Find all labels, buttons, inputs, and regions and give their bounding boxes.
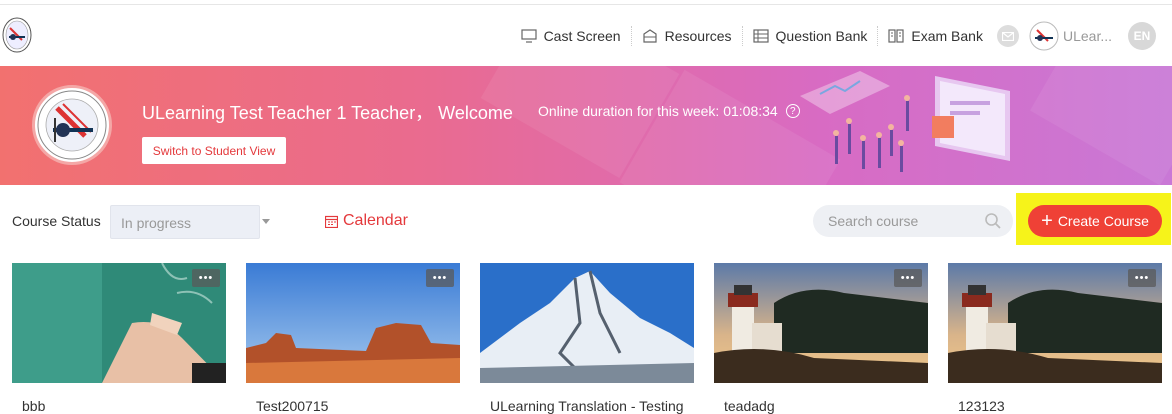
calendar-icon [325,215,338,228]
search-icon[interactable] [984,212,1002,230]
header: Cast Screen Resources Question Bank Exam… [0,6,1172,66]
nav-exam-bank[interactable]: Exam Bank [877,26,993,46]
online-duration: Online duration for this week: 01:08:34 … [538,103,800,119]
top-nav: Cast Screen Resources Question Bank Exam… [511,6,1156,66]
course-title[interactable]: 123123 [958,398,1005,414]
nav-label: Resources [664,28,732,44]
more-options-button[interactable]: ••• [192,269,220,287]
course-card[interactable]: ••• bbb [12,263,226,414]
course-status-select[interactable]: In progress [110,205,260,239]
chevron-down-icon[interactable] [262,219,270,224]
banner-illustration [800,71,1010,172]
create-course-button[interactable]: + Create Course [1028,205,1162,237]
nav-question-bank[interactable]: Question Bank [741,26,878,46]
course-thumbnail[interactable]: ••• [12,263,226,383]
more-options-button[interactable]: ••• [894,269,922,287]
course-card[interactable]: ••• 123123 [948,263,1162,414]
calendar-label: Calendar [343,212,408,229]
course-thumbnail[interactable]: ••• [714,263,928,383]
calendar-link[interactable]: Calendar [325,212,408,230]
monitor-icon [520,29,537,43]
nav-label: Cast Screen [543,28,621,44]
avatar [1029,21,1059,51]
nav-label: Question Bank [775,28,868,44]
more-options-button[interactable]: ••• [426,269,454,287]
top-divider [0,0,1172,5]
nav-resources[interactable]: Resources [630,26,742,46]
plus-icon: + [1041,210,1053,232]
course-thumbnail[interactable]: ••• [246,263,460,383]
university-logo-large [32,85,112,165]
create-course-highlight: + Create Course [1016,193,1171,245]
banner-decoration [1030,66,1172,185]
language-switch[interactable]: EN [1128,22,1156,50]
university-logo[interactable] [2,16,32,54]
question-bank-icon [752,29,769,43]
course-card[interactable]: ULearning Translation - Testing [480,263,694,414]
nav-label: Exam Bank [911,28,983,44]
search-input[interactable] [813,205,973,237]
exam-bank-icon [888,29,904,43]
create-course-label: Create Course [1057,213,1149,229]
course-title[interactable]: Test200715 [256,398,328,414]
user-menu[interactable]: ULear... [1029,21,1112,51]
user-name: ULear... [1062,28,1112,44]
switch-student-view-button[interactable]: Switch to Student View [142,137,286,164]
course-title[interactable]: bbb [22,398,45,414]
course-thumbnail[interactable]: ••• [948,263,1162,383]
course-card[interactable]: ••• Test200715 [246,263,460,414]
course-search [813,205,1013,237]
course-title[interactable]: ULearning Translation - Testing [490,398,684,414]
duration-label: Online duration for this week: [538,103,720,119]
nav-cast-screen[interactable]: Cast Screen [511,26,631,46]
course-status-label: Course Status [12,213,101,229]
course-thumbnail[interactable] [480,263,694,383]
mail-icon[interactable] [996,25,1019,47]
course-title[interactable]: teadadg [724,398,775,414]
welcome-text: ULearning Test Teacher 1 Teacher， Welcom… [142,103,513,123]
welcome-banner: ULearning Test Teacher 1 Teacher， Welcom… [0,66,1172,185]
resources-icon [643,29,657,43]
duration-value: 01:08:34 [723,103,778,119]
course-card[interactable]: ••• teadadg [714,263,928,414]
more-options-button[interactable]: ••• [1128,269,1156,287]
